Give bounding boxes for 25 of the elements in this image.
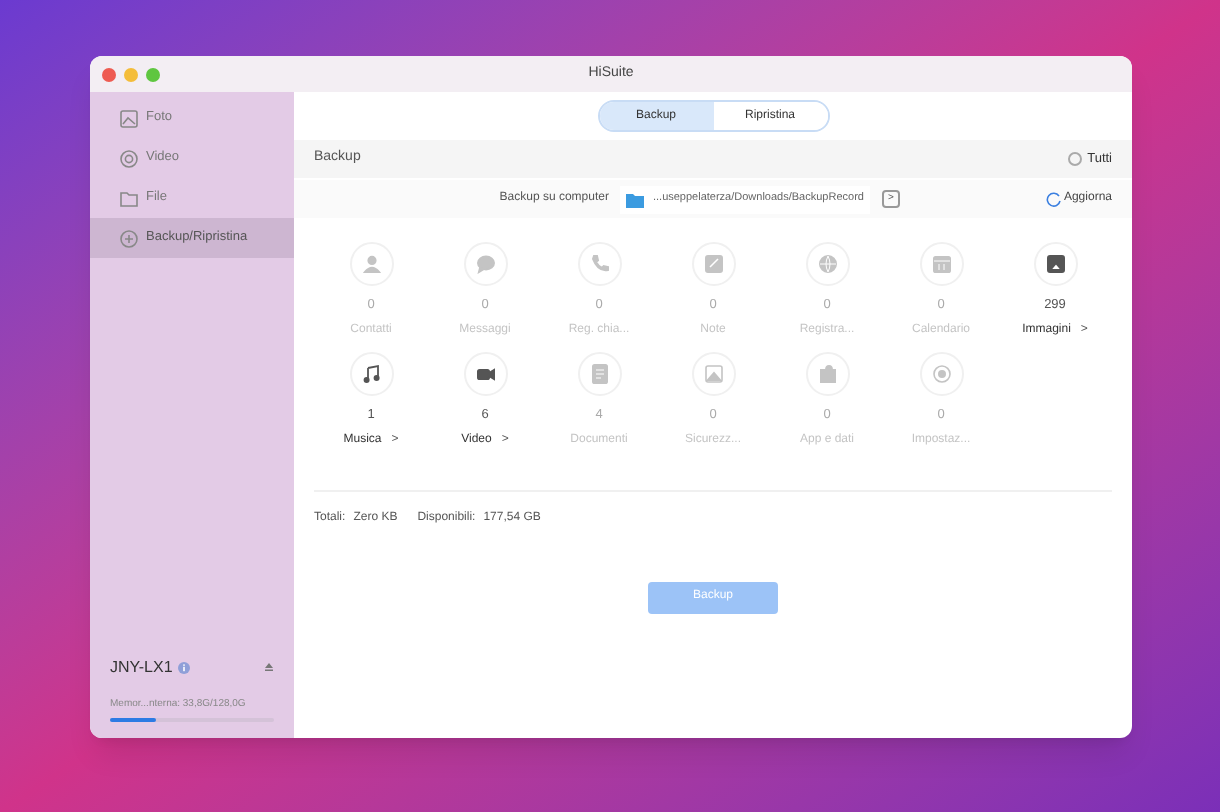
person-icon [361, 254, 381, 274]
music-note-icon [361, 363, 381, 384]
category-button[interactable] [463, 351, 507, 396]
video-camera-icon [475, 363, 495, 384]
maximize-button[interactable] [146, 67, 160, 81]
minimize-button[interactable] [124, 67, 138, 81]
info-icon[interactable] [178, 661, 191, 673]
phone-icon [589, 254, 609, 274]
calendar-icon [931, 254, 951, 274]
category-button[interactable] [349, 351, 393, 396]
globe-icon [817, 254, 837, 274]
picture-icon [1045, 254, 1065, 274]
select-all-checkbox[interactable] [1067, 152, 1082, 166]
eject-icon[interactable] [264, 662, 274, 672]
close-button[interactable] [102, 67, 116, 81]
folder-icon [626, 191, 645, 207]
note-icon [703, 254, 723, 274]
device-name: JNY-LX1 [110, 655, 173, 679]
document-icon [589, 363, 609, 384]
refresh-icon [1045, 191, 1062, 207]
picture-icon [703, 363, 723, 384]
chat-icon [475, 254, 495, 274]
folder-icon [120, 189, 138, 207]
image-icon [120, 109, 138, 127]
category-button[interactable] [1033, 242, 1077, 286]
